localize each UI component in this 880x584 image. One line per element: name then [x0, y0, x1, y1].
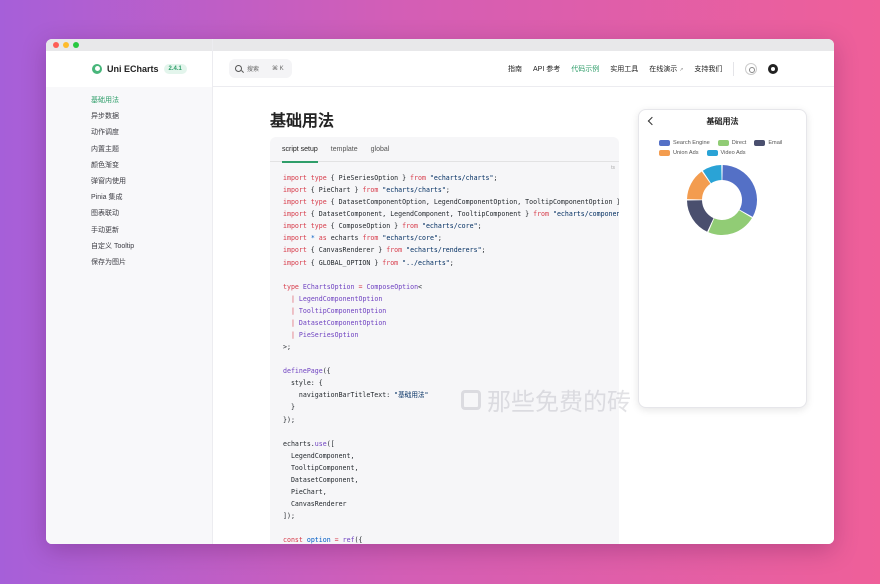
- nav-item-demo-label: 在线演示: [649, 65, 678, 73]
- legend-row: Search Engine Direct Email: [659, 140, 799, 146]
- search-icon: [235, 65, 242, 72]
- logo-icon: [92, 63, 102, 74]
- search-placeholder: 搜索: [247, 67, 260, 73]
- legend-label: Video Ads: [720, 150, 746, 156]
- nav-item-examples[interactable]: 代码示例: [571, 64, 599, 74]
- legend-swatch: [717, 140, 729, 146]
- legend-label: Email: [768, 140, 783, 146]
- code-tabs: script setup template global: [270, 137, 619, 163]
- tab-template[interactable]: template: [331, 137, 358, 162]
- external-link-icon: ↗: [679, 66, 684, 73]
- sidebar-item-builtin-theme[interactable]: 内置主题: [91, 144, 134, 160]
- watermark-logo-icon: [461, 389, 481, 410]
- pie-slice-search-engine[interactable]: [722, 165, 757, 217]
- tab-global[interactable]: global: [371, 137, 390, 162]
- legend-label: Union Ads: [673, 150, 699, 156]
- tab-script-setup[interactable]: script setup: [282, 137, 318, 163]
- nav-item-support[interactable]: 支持我们: [694, 64, 722, 74]
- legend-label: Search Engine: [673, 140, 710, 146]
- donut-chart: [687, 165, 757, 235]
- brand[interactable]: Uni ECharts 2.4.1: [92, 63, 187, 74]
- watermark: 那些免费的砖: [461, 382, 631, 417]
- pie-slice-direct[interactable]: [708, 210, 752, 235]
- window-titlebar: [46, 39, 834, 51]
- code-content: import type { PieSeriesOption } from "ec…: [283, 174, 619, 544]
- maximize-window-button[interactable]: [73, 42, 79, 48]
- sidebar-item-custom-tooltip[interactable]: 自定义 Tooltip: [91, 241, 134, 257]
- sidebar-item-async-data[interactable]: 异步数据: [91, 111, 134, 127]
- legend-swatch: [659, 140, 670, 146]
- sidebar: 基础用法 异步数据 动作调度 内置主题 颜色渐变 弹窗内使用 Pinia 集成 …: [46, 87, 212, 544]
- chart-legend: Search Engine Direct Email Union Ads Vid…: [659, 140, 799, 160]
- version-badge: 2.4.1: [163, 63, 187, 74]
- theme-toggle-icon[interactable]: [745, 62, 758, 75]
- legend-item-direct[interactable]: Direct: [717, 140, 747, 146]
- code-language: ts: [611, 165, 615, 171]
- nav-links: 指南 API 参考 代码示例 实用工具 在线演示 ↗ 支持我们: [508, 61, 779, 76]
- nav-item-utilities[interactable]: 实用工具: [610, 64, 638, 74]
- legend-swatch: [659, 150, 670, 156]
- preview-title: 基础用法: [706, 117, 739, 126]
- preview-phone: 基础用法 Search Engine Direct Email Union Ad…: [638, 109, 807, 408]
- browser-window: Uni ECharts 2.4.1 搜索 ⌘ K 指南 API 参考 代码示例 …: [46, 39, 834, 544]
- preview-header: 基础用法: [639, 110, 806, 133]
- legend-item-search-engine[interactable]: Search Engine: [659, 140, 710, 146]
- nav-item-api[interactable]: API 参考: [533, 64, 560, 74]
- sidebar-item-manual-update[interactable]: 手动更新: [91, 225, 134, 241]
- sidebar-item-dispatch-action[interactable]: 动作调度: [91, 127, 134, 143]
- legend-swatch: [706, 150, 718, 156]
- search-button[interactable]: 搜索 ⌘ K: [229, 59, 292, 78]
- legend-item-union-ads[interactable]: Union Ads: [659, 150, 699, 156]
- sidebar-list: 基础用法 异步数据 动作调度 内置主题 颜色渐变 弹窗内使用 Pinia 集成 …: [91, 95, 134, 273]
- sidebar-item-color-gradient[interactable]: 颜色渐变: [91, 160, 134, 176]
- sidebar-item-save-image[interactable]: 保存为图片: [91, 257, 134, 273]
- sidebar-item-basic-usage[interactable]: 基础用法: [91, 95, 134, 111]
- top-navbar: Uni ECharts 2.4.1 搜索 ⌘ K 指南 API 参考 代码示例 …: [46, 51, 834, 86]
- minimize-window-button[interactable]: [63, 42, 69, 48]
- pie-slice-email[interactable]: [687, 200, 714, 232]
- code-block: script setup template global ts import t…: [270, 137, 619, 544]
- brand-name: Uni ECharts: [107, 63, 159, 74]
- close-window-button[interactable]: [53, 42, 59, 48]
- page-title: 基础用法: [270, 113, 335, 130]
- nav-item-demo[interactable]: 在线演示 ↗: [649, 64, 683, 74]
- nav-divider: [733, 61, 735, 76]
- github-icon[interactable]: [768, 63, 779, 74]
- back-icon[interactable]: [647, 116, 657, 126]
- legend-label: Direct: [731, 140, 747, 146]
- sidebar-item-pinia[interactable]: Pinia 集成: [91, 192, 134, 208]
- nav-item-guide[interactable]: 指南: [508, 64, 522, 74]
- legend-row: Union Ads Video Ads: [659, 150, 799, 156]
- search-shortcut: ⌘ K: [272, 66, 284, 72]
- legend-item-video-ads[interactable]: Video Ads: [706, 150, 746, 156]
- legend-swatch: [754, 140, 766, 146]
- legend-item-email[interactable]: Email: [754, 140, 782, 146]
- sidebar-item-chart-connect[interactable]: 图表联动: [91, 208, 134, 224]
- watermark-text: 那些免费的砖: [487, 388, 631, 416]
- sidebar-item-popup-usage[interactable]: 弹窗内使用: [91, 176, 134, 192]
